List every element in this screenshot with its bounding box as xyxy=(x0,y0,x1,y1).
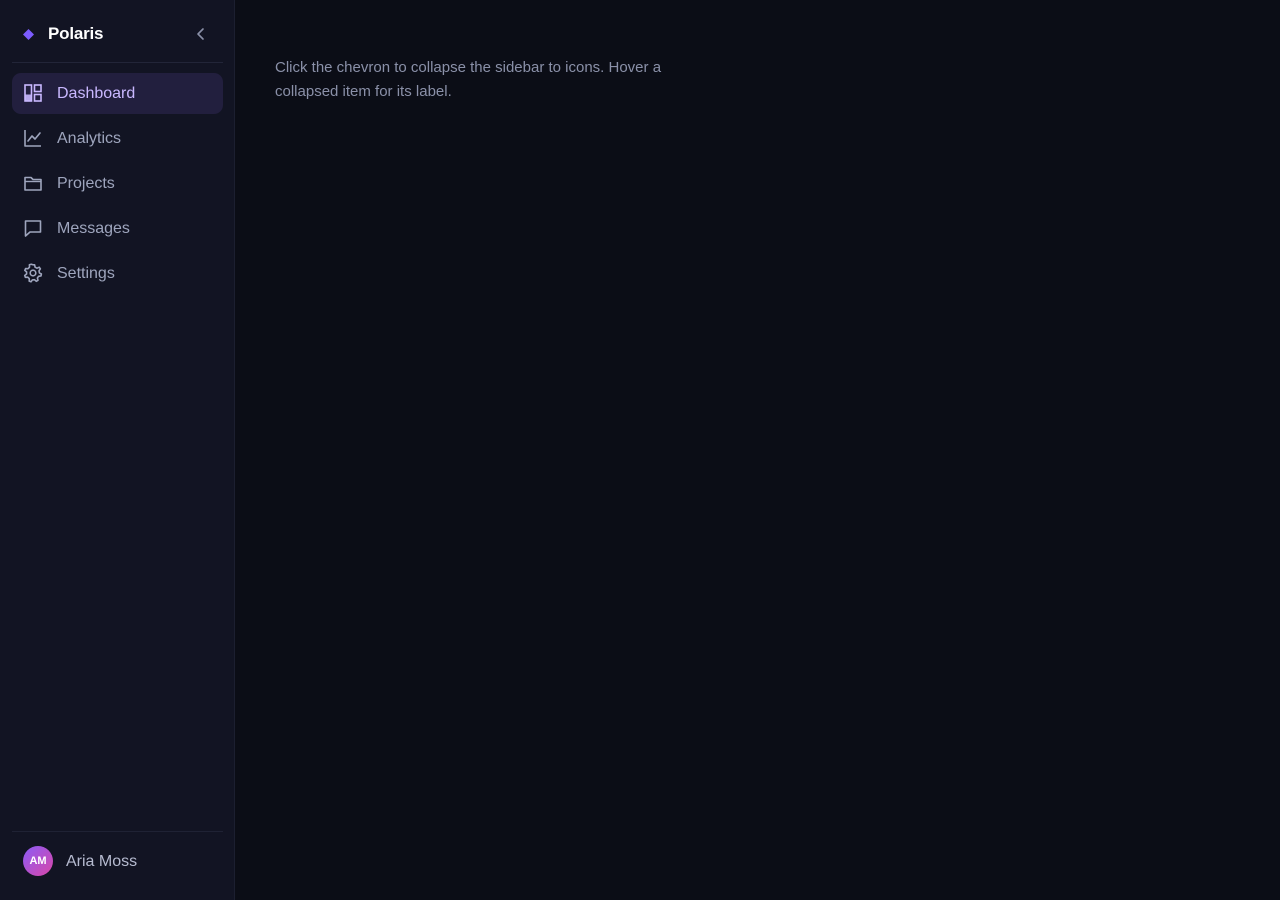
user-profile[interactable]: AM Aria Moss xyxy=(12,840,223,884)
hint-text: Click the chevron to collapse the sideba… xyxy=(275,59,662,100)
sidebar-item-analytics[interactable]: Analytics xyxy=(12,118,223,159)
layout-dashboard-icon xyxy=(24,84,42,102)
brand-header: Polaris xyxy=(0,0,234,62)
message-square-icon xyxy=(24,220,42,237)
sidebar-item-messages[interactable]: Messages xyxy=(12,208,223,249)
sidebar-item-settings[interactable]: Settings xyxy=(12,253,223,294)
app-shell: Polaris Dashboard Analytics Projects Mes… xyxy=(0,0,1280,900)
sidebar-item-label: Projects xyxy=(57,175,115,192)
folder-icon xyxy=(24,176,42,191)
sidebar-item-label: Messages xyxy=(57,220,130,237)
sidebar-item-label: Analytics xyxy=(57,130,122,147)
gear-icon xyxy=(23,263,43,283)
user-divider xyxy=(12,831,223,832)
chevron-left-icon xyxy=(197,28,204,40)
sidebar-item-dashboard[interactable]: Dashboard xyxy=(12,73,223,114)
line-chart-icon xyxy=(24,130,41,147)
sidebar-nav: Dashboard Analytics Projects Messages Se… xyxy=(12,73,223,298)
sidebar-item-label: Settings xyxy=(57,265,115,282)
user-name: Aria Moss xyxy=(66,853,138,870)
sidebar-item-label: Dashboard xyxy=(57,85,136,102)
collapse-sidebar-button[interactable] xyxy=(190,23,212,45)
main-content: Click the chevron to collapse the sideba… xyxy=(235,0,1280,900)
sidebar: Polaris Dashboard Analytics Projects Mes… xyxy=(0,0,235,900)
avatar: AM xyxy=(23,846,53,876)
sidebar-item-projects[interactable]: Projects xyxy=(12,163,223,204)
brand-name: Polaris xyxy=(48,24,104,43)
brand-diamond-icon xyxy=(23,29,34,40)
brand-divider xyxy=(12,62,223,63)
